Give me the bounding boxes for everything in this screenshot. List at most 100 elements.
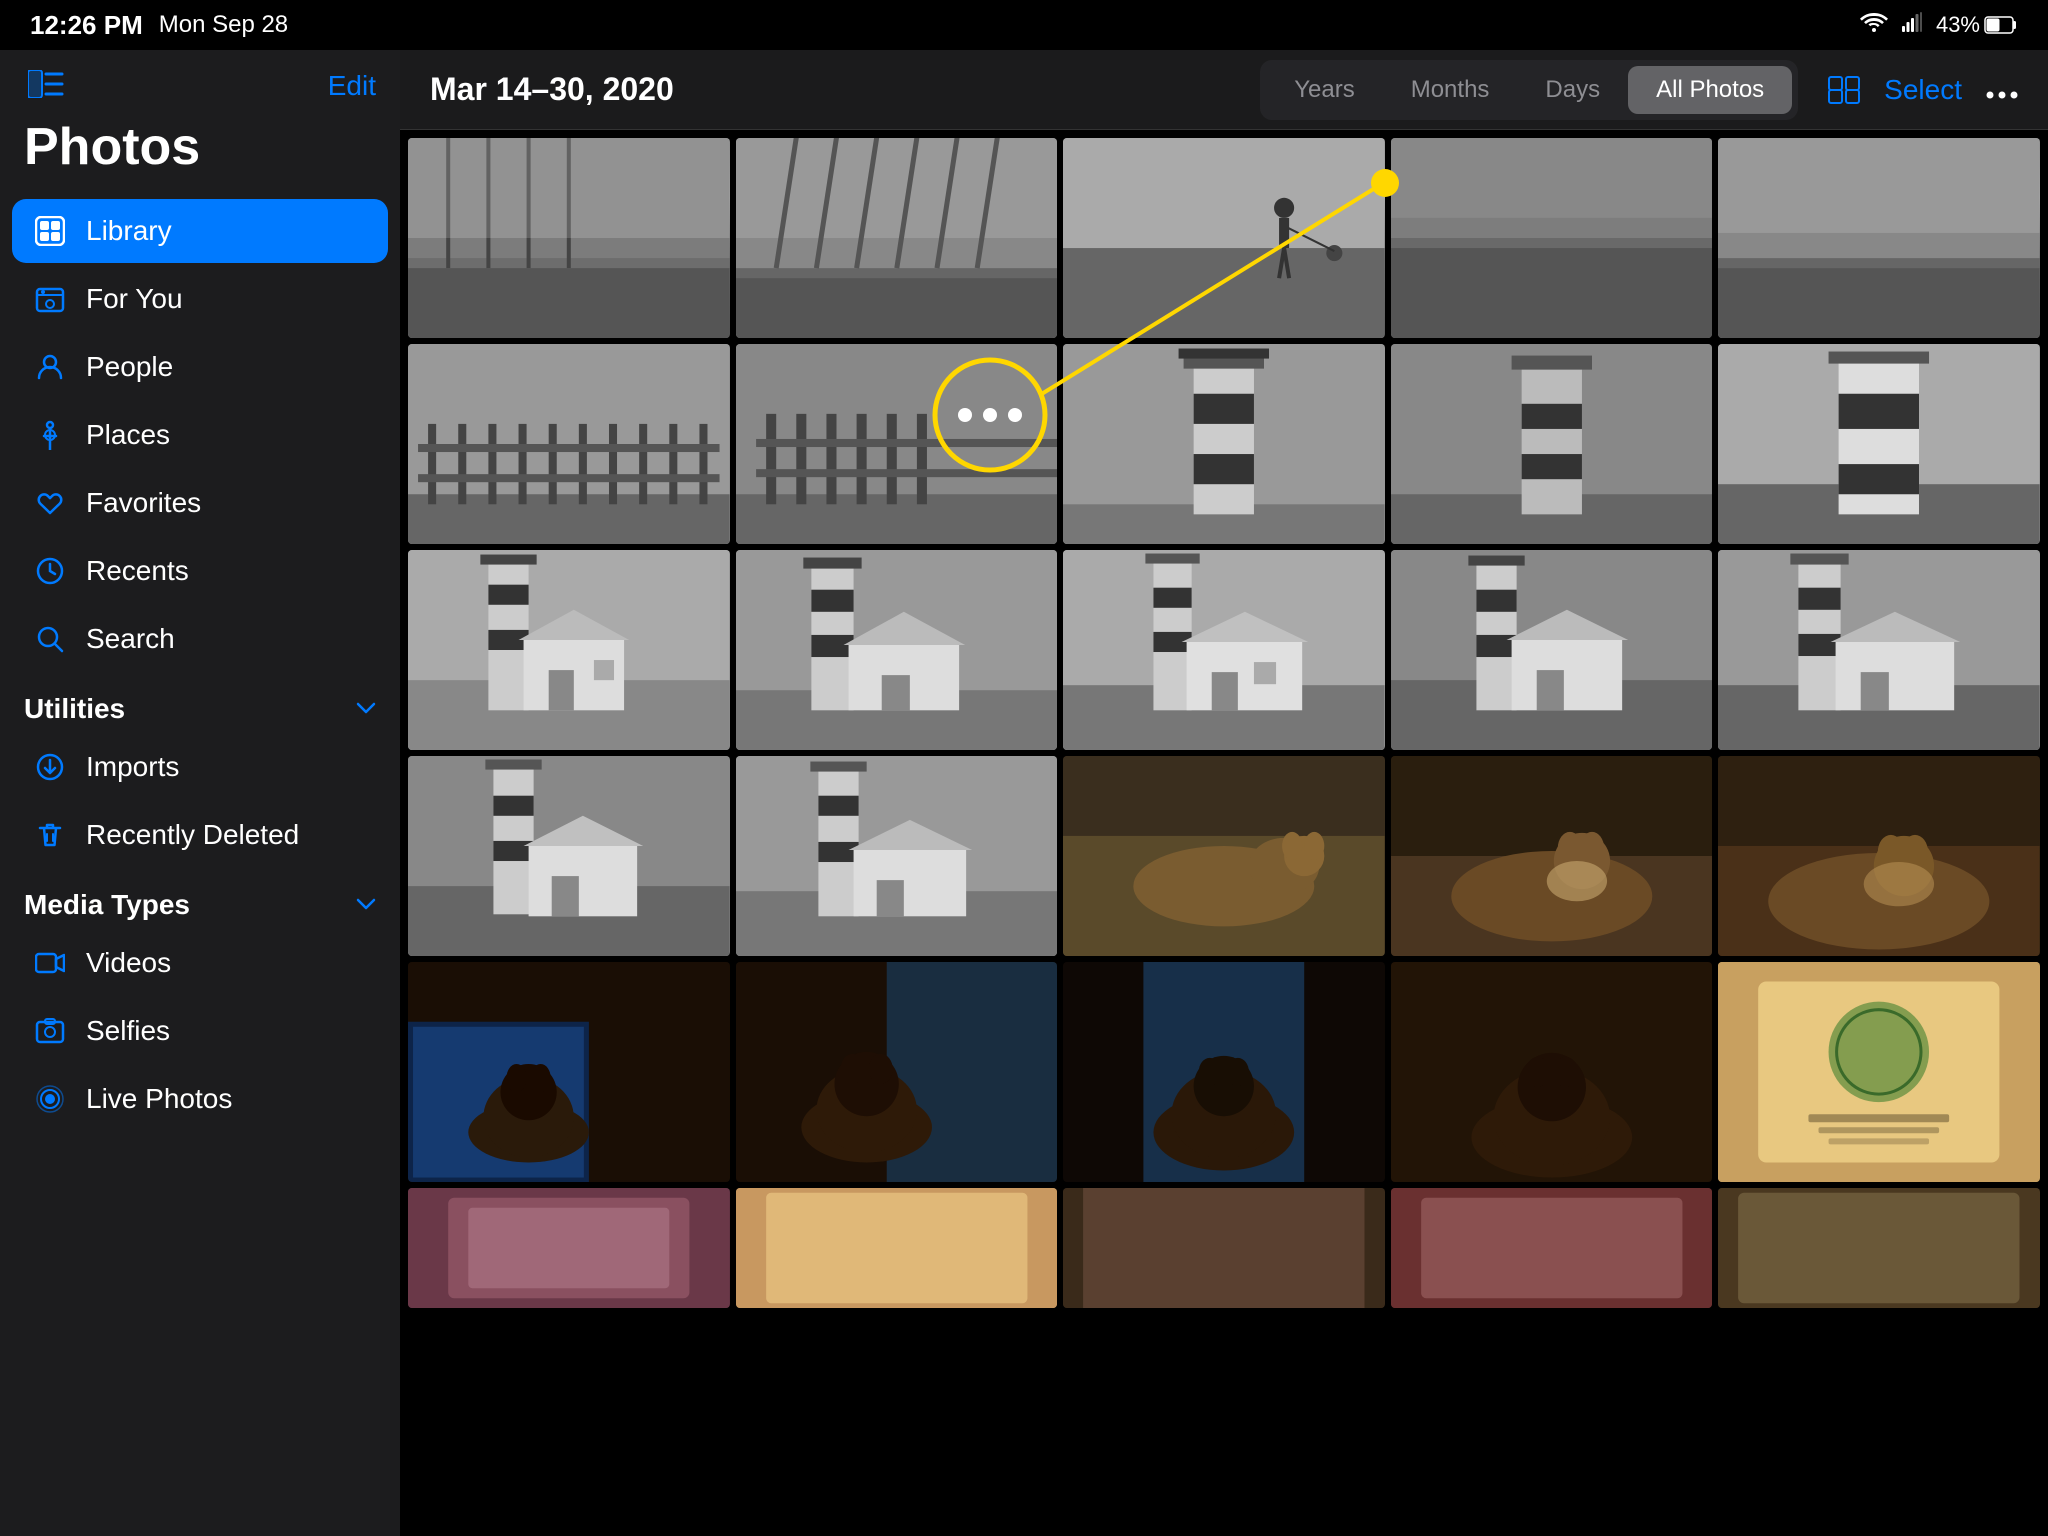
photo-cell[interactable]	[1063, 756, 1385, 956]
places-icon	[32, 417, 68, 453]
date-range: Mar 14–30, 2020	[430, 71, 674, 108]
sidebar-item-people[interactable]: People	[12, 335, 388, 399]
sidebar-item-recents[interactable]: Recents	[12, 539, 388, 603]
search-label: Search	[86, 623, 175, 655]
photo-cell[interactable]	[1063, 344, 1385, 544]
sidebar-header: Edit	[0, 50, 400, 113]
tab-days[interactable]: Days	[1517, 66, 1628, 114]
photo-cell[interactable]	[1063, 138, 1385, 338]
photo-cell[interactable]	[1718, 1188, 2040, 1308]
more-button[interactable]	[1986, 74, 2018, 106]
places-label: Places	[86, 419, 170, 451]
wifi-icon	[1860, 12, 1888, 38]
photo-cell[interactable]	[1718, 550, 2040, 750]
photo-cell[interactable]	[1718, 138, 2040, 338]
photo-cell[interactable]	[1391, 756, 1713, 956]
photo-cell[interactable]	[1718, 344, 2040, 544]
utilities-section-header: Utilities	[0, 673, 400, 733]
sidebar-item-selfies[interactable]: Selfies	[12, 999, 388, 1063]
for-you-label: For You	[86, 283, 183, 315]
people-icon	[32, 349, 68, 385]
photo-row-2	[408, 344, 2040, 544]
photo-cell[interactable]	[736, 962, 1058, 1182]
sidebar-item-for-you[interactable]: For You	[12, 267, 388, 331]
photo-row-1	[408, 138, 2040, 338]
signal-icon	[1902, 12, 1922, 38]
sidebar-item-favorites[interactable]: Favorites	[12, 471, 388, 535]
photo-cell[interactable]	[1391, 1188, 1713, 1308]
sidebar-item-videos[interactable]: Videos	[12, 931, 388, 995]
photo-cell[interactable]	[736, 1188, 1058, 1308]
photo-row-5	[408, 962, 2040, 1182]
sidebar-item-library[interactable]: Library	[12, 199, 388, 263]
view-tabs: Years Months Days All Photos	[1260, 60, 1798, 120]
photo-cell[interactable]	[1391, 962, 1713, 1182]
status-time: 12:26 PM	[30, 10, 143, 41]
photo-cell[interactable]	[1391, 344, 1713, 544]
photo-cell[interactable]	[736, 756, 1058, 956]
recents-icon	[32, 553, 68, 589]
sidebar-toggle-button[interactable]	[24, 66, 68, 105]
search-icon	[32, 621, 68, 657]
photo-cell[interactable]	[1063, 550, 1385, 750]
photo-cell[interactable]	[408, 756, 730, 956]
tab-years[interactable]: Years	[1266, 66, 1383, 114]
photo-cell[interactable]	[408, 550, 730, 750]
status-icons: 43%	[1860, 12, 2018, 38]
media-types-section-header: Media Types	[0, 869, 400, 929]
photo-row-3	[408, 550, 2040, 750]
photo-cell[interactable]	[1718, 962, 2040, 1182]
photo-cell[interactable]	[408, 962, 730, 1182]
photo-cell[interactable]	[1063, 1188, 1385, 1308]
display-mode-button[interactable]	[1828, 76, 1860, 104]
toolbar-actions: Select	[1828, 74, 2018, 106]
media-types-title: Media Types	[24, 889, 190, 921]
videos-label: Videos	[86, 947, 171, 979]
photo-cell[interactable]	[408, 138, 730, 338]
photo-cell[interactable]	[736, 344, 1058, 544]
sidebar-item-imports[interactable]: Imports	[12, 735, 388, 799]
photo-cell[interactable]	[1391, 550, 1713, 750]
sidebar-item-live-photos[interactable]: Live Photos	[12, 1067, 388, 1131]
select-button[interactable]: Select	[1884, 74, 1962, 106]
favorites-label: Favorites	[86, 487, 201, 519]
photo-cell[interactable]	[408, 344, 730, 544]
imports-icon	[32, 749, 68, 785]
tab-all-photos[interactable]: All Photos	[1628, 66, 1792, 114]
sidebar-item-recently-deleted[interactable]: Recently Deleted	[12, 803, 388, 867]
sidebar-item-search[interactable]: Search	[12, 607, 388, 671]
selfies-label: Selfies	[86, 1015, 170, 1047]
sidebar: Edit Photos Library	[0, 50, 400, 1536]
status-date: Mon Sep 28	[159, 11, 288, 39]
recents-label: Recents	[86, 555, 189, 587]
photo-cell[interactable]	[1718, 756, 2040, 956]
utilities-title: Utilities	[24, 693, 125, 725]
selfies-icon	[32, 1013, 68, 1049]
photo-grid	[400, 130, 2048, 1536]
library-icon	[32, 213, 68, 249]
photo-cell[interactable]	[736, 138, 1058, 338]
utilities-chevron[interactable]	[356, 695, 376, 723]
battery-percent: 43%	[1936, 12, 1980, 38]
photo-cell[interactable]	[408, 1188, 730, 1308]
tab-months[interactable]: Months	[1383, 66, 1518, 114]
favorites-icon	[32, 485, 68, 521]
recently-deleted-label: Recently Deleted	[86, 819, 299, 851]
photo-cell[interactable]	[1063, 962, 1385, 1182]
status-bar: 12:26 PM Mon Sep 28 43%	[0, 0, 2048, 50]
people-label: People	[86, 351, 173, 383]
battery-icon: 43%	[1936, 12, 2018, 38]
toolbar: Mar 14–30, 2020 Years Months Days All Ph…	[400, 50, 2048, 130]
library-label: Library	[86, 215, 172, 247]
photo-cell[interactable]	[1391, 138, 1713, 338]
sidebar-item-places[interactable]: Places	[12, 403, 388, 467]
photo-row-4	[408, 756, 2040, 956]
live-photos-icon	[32, 1081, 68, 1117]
content-area: Mar 14–30, 2020 Years Months Days All Ph…	[400, 50, 2048, 1536]
photos-app-title: Photos	[0, 113, 400, 197]
for-you-icon	[32, 281, 68, 317]
photo-cell[interactable]	[736, 550, 1058, 750]
live-photos-label: Live Photos	[86, 1083, 232, 1115]
edit-button[interactable]: Edit	[328, 70, 376, 102]
media-types-chevron[interactable]	[356, 891, 376, 919]
